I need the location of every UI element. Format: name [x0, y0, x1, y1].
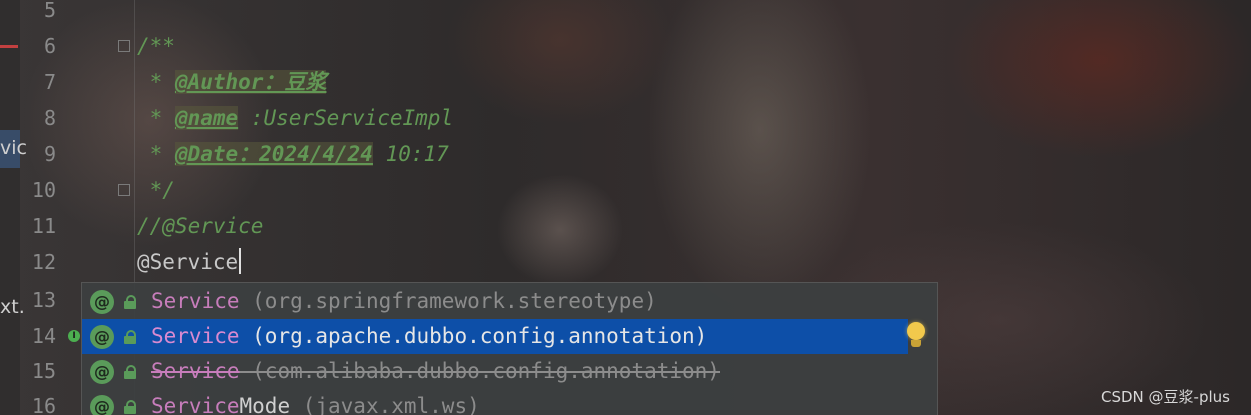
text-caret — [239, 248, 242, 274]
comment-text: :UserServiceImpl — [238, 106, 454, 130]
line-number: 12 — [31, 250, 56, 274]
suggestion-name: Service — [151, 289, 240, 313]
suggestion-name-rest: Mode — [239, 394, 291, 415]
line-number: 7 — [43, 70, 56, 94]
code-line[interactable]: * @Author：豆浆 — [137, 64, 327, 100]
implementation-marker-icon[interactable]: I — [68, 330, 80, 342]
code-line[interactable]: //@Service — [137, 208, 263, 244]
unlocked-icon — [124, 365, 136, 379]
unlocked-icon — [124, 400, 136, 414]
line-number: 10 — [31, 178, 56, 202]
annotation-icon: @ — [90, 360, 114, 384]
unlocked-icon — [124, 295, 136, 309]
line-number: 16 — [31, 394, 56, 415]
code-line[interactable]: */ — [137, 172, 175, 208]
line-number: 5 — [43, 0, 56, 22]
line-number: 11 — [31, 214, 56, 238]
annotation-icon: @ — [90, 290, 114, 314]
javadoc-tag: @Date：2024/4/24 — [174, 142, 373, 166]
autocomplete-item-selected[interactable]: @ Service (org.apache.dubbo.config.annot… — [82, 319, 908, 354]
annotation-icon: @ — [90, 395, 114, 415]
suggestion-package: (org.apache.dubbo.config.annotation) — [239, 324, 708, 348]
code-editor[interactable]: vic xt. 5 6 7 8 9 10 11 12 13 14 15 16 /… — [0, 0, 1251, 415]
autocomplete-popup[interactable]: @ Service (org.springframework.stereotyp… — [81, 282, 938, 415]
watermark: CSDN @豆浆-plus — [1101, 388, 1230, 406]
line-number: 9 — [43, 142, 56, 166]
suggestion-package: (com.alibaba.dubbo.config.annotation) — [239, 359, 720, 383]
unlocked-icon — [124, 330, 136, 344]
fold-toggle-icon[interactable] — [118, 184, 130, 196]
line-number: 14 — [31, 324, 56, 348]
code-line-current[interactable]: @Service — [137, 244, 242, 280]
error-marker — [0, 45, 18, 48]
javadoc-tag: @name — [174, 106, 239, 130]
lightbulb-icon[interactable] — [905, 322, 927, 350]
line-number: 6 — [43, 34, 56, 58]
project-panel-edge[interactable]: vic xt. — [0, 0, 27, 415]
autocomplete-item[interactable]: @ Service (org.springframework.stereotyp… — [82, 284, 908, 319]
comment-text: 10:17 — [372, 142, 449, 166]
suggestion-package: (org.springframework.stereotype) — [239, 289, 657, 313]
javadoc-tag: @Author：豆浆 — [174, 70, 327, 94]
comment-prefix: * — [137, 70, 175, 94]
annotation-text: @Service — [137, 250, 239, 274]
line-number: 8 — [43, 106, 56, 130]
suggestion-name-match: Service — [151, 394, 240, 415]
code-line[interactable]: * @name :UserServiceImpl — [137, 100, 453, 136]
fold-toggle-icon[interactable] — [118, 40, 130, 52]
suggestion-name: Service — [151, 324, 240, 348]
code-line[interactable]: /** — [137, 28, 175, 64]
code-line[interactable]: * @Date：2024/4/24 10:17 — [137, 136, 449, 172]
autocomplete-item[interactable]: @ ServiceMode (javax.xml.ws) — [82, 389, 908, 415]
comment-prefix: * — [137, 106, 175, 130]
suggestion-package: (javax.xml.ws) — [290, 394, 480, 415]
autocomplete-item[interactable]: @ Service (com.alibaba.dubbo.config.anno… — [82, 354, 908, 389]
suggestion-name-deprecated: Service — [151, 359, 240, 383]
line-number: 15 — [31, 359, 56, 383]
line-number: 13 — [31, 288, 56, 312]
annotation-icon: @ — [90, 325, 114, 349]
comment-prefix: * — [137, 142, 175, 166]
